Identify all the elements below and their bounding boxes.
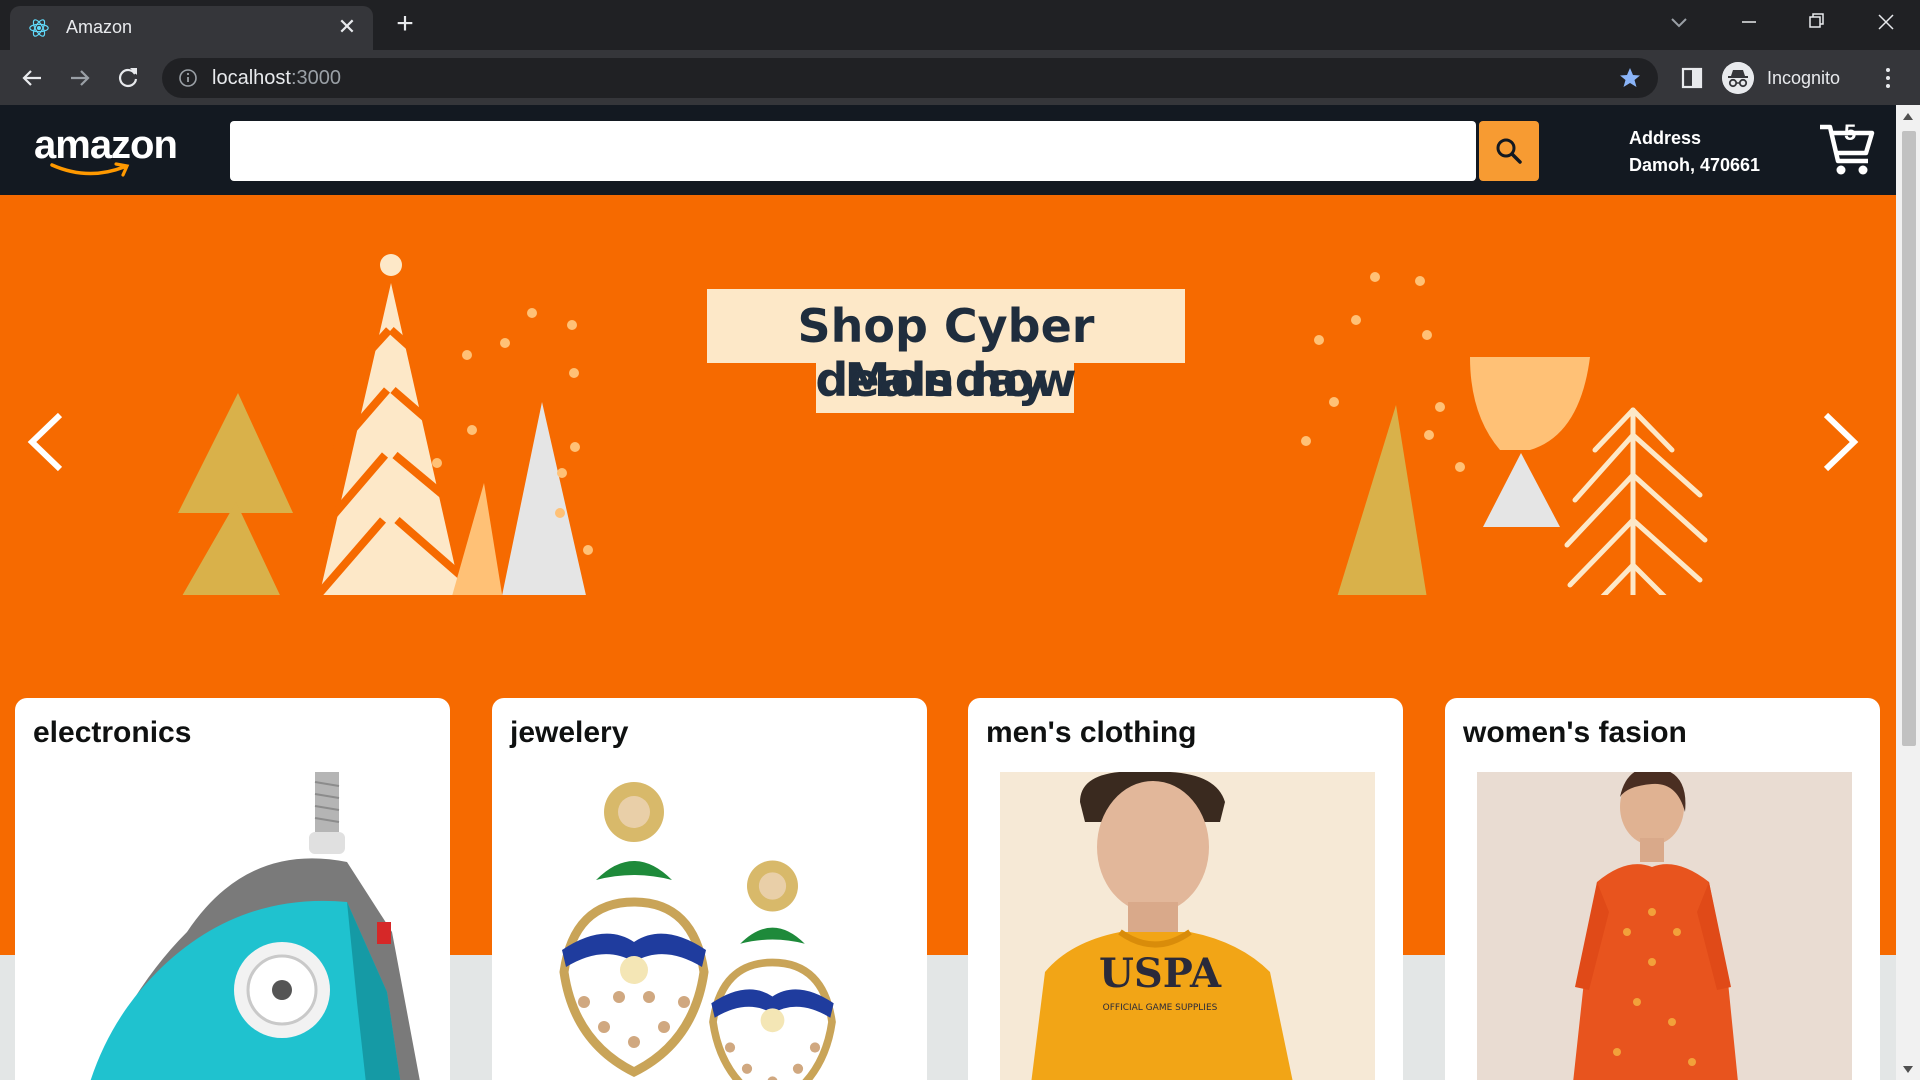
url-port: :3000 [290,67,341,89]
browser-tab[interactable]: Amazon ✕ [10,6,373,50]
earrings-image [559,782,836,1080]
url-text: localhost:3000 [212,67,341,90]
restore-icon[interactable] [1782,0,1850,44]
card-title: women's fasion [1463,716,1687,749]
cart-button[interactable]: 5 [1818,119,1878,179]
search-input[interactable] [230,121,1476,181]
womens-kurta-image [1477,772,1852,1080]
search-button[interactable] [1479,121,1539,181]
close-window-icon[interactable] [1852,0,1920,44]
scroll-thumb[interactable] [1902,131,1916,746]
new-tab-icon[interactable]: + [390,9,420,40]
incognito-icon [1722,62,1754,94]
incognito-profile-button[interactable]: Incognito [1722,59,1862,97]
category-card[interactable]: electronics [15,698,450,1080]
site-header: amazon Address Damoh, 470661 5 [0,105,1896,195]
back-icon[interactable] [16,62,48,94]
search-icon [1496,138,1522,164]
chevron-down-icon[interactable] [1664,10,1694,36]
smile-arrow-icon [50,162,130,177]
react-icon [29,19,49,37]
kebab-menu-icon[interactable] [1876,64,1900,92]
card-title: jewelery [510,716,629,749]
vertical-scrollbar[interactable] [1896,105,1920,1080]
chevron-right-icon[interactable] [1816,407,1866,477]
bookmark-star-icon[interactable] [1618,66,1642,90]
svg-text:OFFICIAL GAME SUPPLIES: OFFICIAL GAME SUPPLIES [1103,1003,1218,1013]
close-tab-icon[interactable]: ✕ [335,15,359,39]
tab-title: Amazon [66,17,133,37]
address-value: Damoh, 470661 [1629,155,1761,175]
cart-count: 5 [1844,120,1857,145]
address-label: Address [1629,128,1702,148]
url-host: localhost [212,67,291,89]
category-card[interactable]: jewelery [492,698,927,1080]
chevron-left-icon[interactable] [20,407,70,477]
svg-text:USPA: USPA [1099,950,1222,997]
category-card[interactable]: men's clothing USPA OFFICIAL GAME SUPPLI… [968,698,1403,1080]
hero-subheadline: deals now [815,353,1077,407]
forward-icon[interactable] [64,62,96,94]
steam-iron-image [90,772,420,1080]
scroll-down-icon[interactable] [1902,1063,1914,1075]
browser-toolbar: localhost:3000 Incognito [0,50,1920,105]
address-bar[interactable]: localhost:3000 [162,58,1658,98]
scroll-up-icon[interactable] [1902,111,1914,123]
mens-sweatshirt-image: USPA OFFICIAL GAME SUPPLIES [1000,772,1375,1080]
minimize-icon[interactable] [1714,0,1782,44]
side-panel-icon[interactable] [1680,66,1704,90]
delivery-address[interactable]: Address Damoh, 470661 [1629,125,1760,179]
browser-tabstrip: Amazon ✕ + [0,0,1920,50]
category-cards: electronics jewelery men's clothing USPA… [15,698,1881,1080]
info-icon[interactable] [178,68,198,88]
card-title: electronics [33,716,192,749]
reload-icon[interactable] [112,62,144,94]
card-title: men's clothing [986,716,1197,749]
amazon-logo[interactable]: amazon [34,123,184,177]
page-viewport: amazon Address Damoh, 470661 5 Shop Cybe… [0,105,1920,1080]
profile-label: Incognito [1767,68,1841,88]
category-card[interactable]: women's fasion [1445,698,1880,1080]
